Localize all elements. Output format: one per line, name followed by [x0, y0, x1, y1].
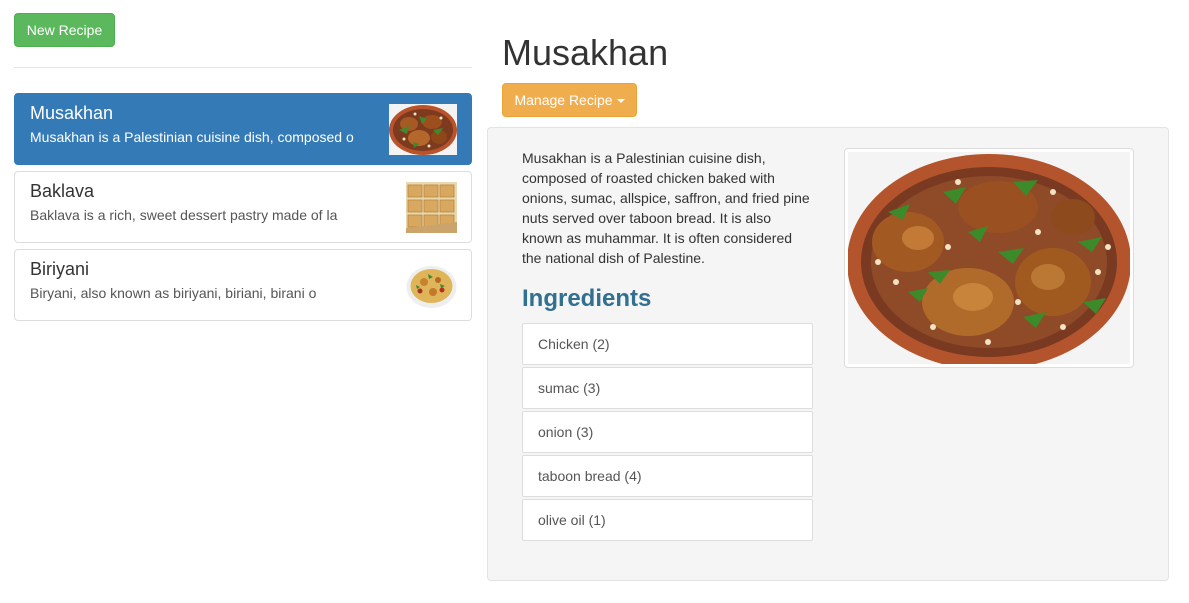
manage-recipe-dropdown-button[interactable]: Manage Recipe [502, 83, 637, 117]
recipe-snippet: Musakhan is a Palestinian cuisine dish, … [30, 129, 354, 145]
musakhan-thumbnail [389, 104, 457, 155]
ingredient-item[interactable]: olive oil (1) [522, 499, 813, 541]
recipe-title: Baklava [30, 181, 95, 201]
manage-recipe-label: Manage Recipe [514, 92, 613, 108]
recipe-title: Biriyani [30, 259, 90, 279]
recipe-list-item-baklava[interactable]: Baklava Baklava is a rich, sweet dessert… [14, 171, 472, 243]
baklava-thumbnail [406, 182, 457, 233]
recipe-description: Musakhan is a Palestinian cuisine dish, … [522, 150, 810, 266]
ingredients-heading: Ingredients [522, 285, 652, 312]
ingredient-item[interactable]: onion (3) [522, 411, 813, 453]
recipe-photo [844, 148, 1134, 370]
recipe-list-item-biriyani[interactable]: Biriyani Biryani, also known as biriyani… [14, 249, 472, 321]
divider [14, 67, 472, 68]
recipe-list: Musakhan Musakhan is a Palestinian cuisi… [14, 93, 472, 327]
biriyani-thumbnail [406, 260, 457, 311]
ingredient-item[interactable]: Chicken (2) [522, 323, 813, 365]
new-recipe-button[interactable]: New Recipe [14, 13, 115, 47]
recipe-detail-title: Musakhan [502, 32, 669, 73]
caret-down-icon [616, 99, 625, 104]
recipe-snippet: Biryani, also known as biriyani, biriani… [30, 285, 317, 301]
ingredient-item[interactable]: taboon bread (4) [522, 455, 813, 497]
recipe-detail-panel: Musakhan is a Palestinian cuisine dish, … [487, 127, 1169, 581]
ingredients-list: Chicken (2) sumac (3) onion (3) taboon b… [522, 323, 813, 543]
recipe-list-item-musakhan[interactable]: Musakhan Musakhan is a Palestinian cuisi… [14, 93, 472, 165]
ingredient-item[interactable]: sumac (3) [522, 367, 813, 409]
recipe-snippet: Baklava is a rich, sweet dessert pastry … [30, 207, 338, 223]
recipe-title: Musakhan [30, 103, 114, 123]
